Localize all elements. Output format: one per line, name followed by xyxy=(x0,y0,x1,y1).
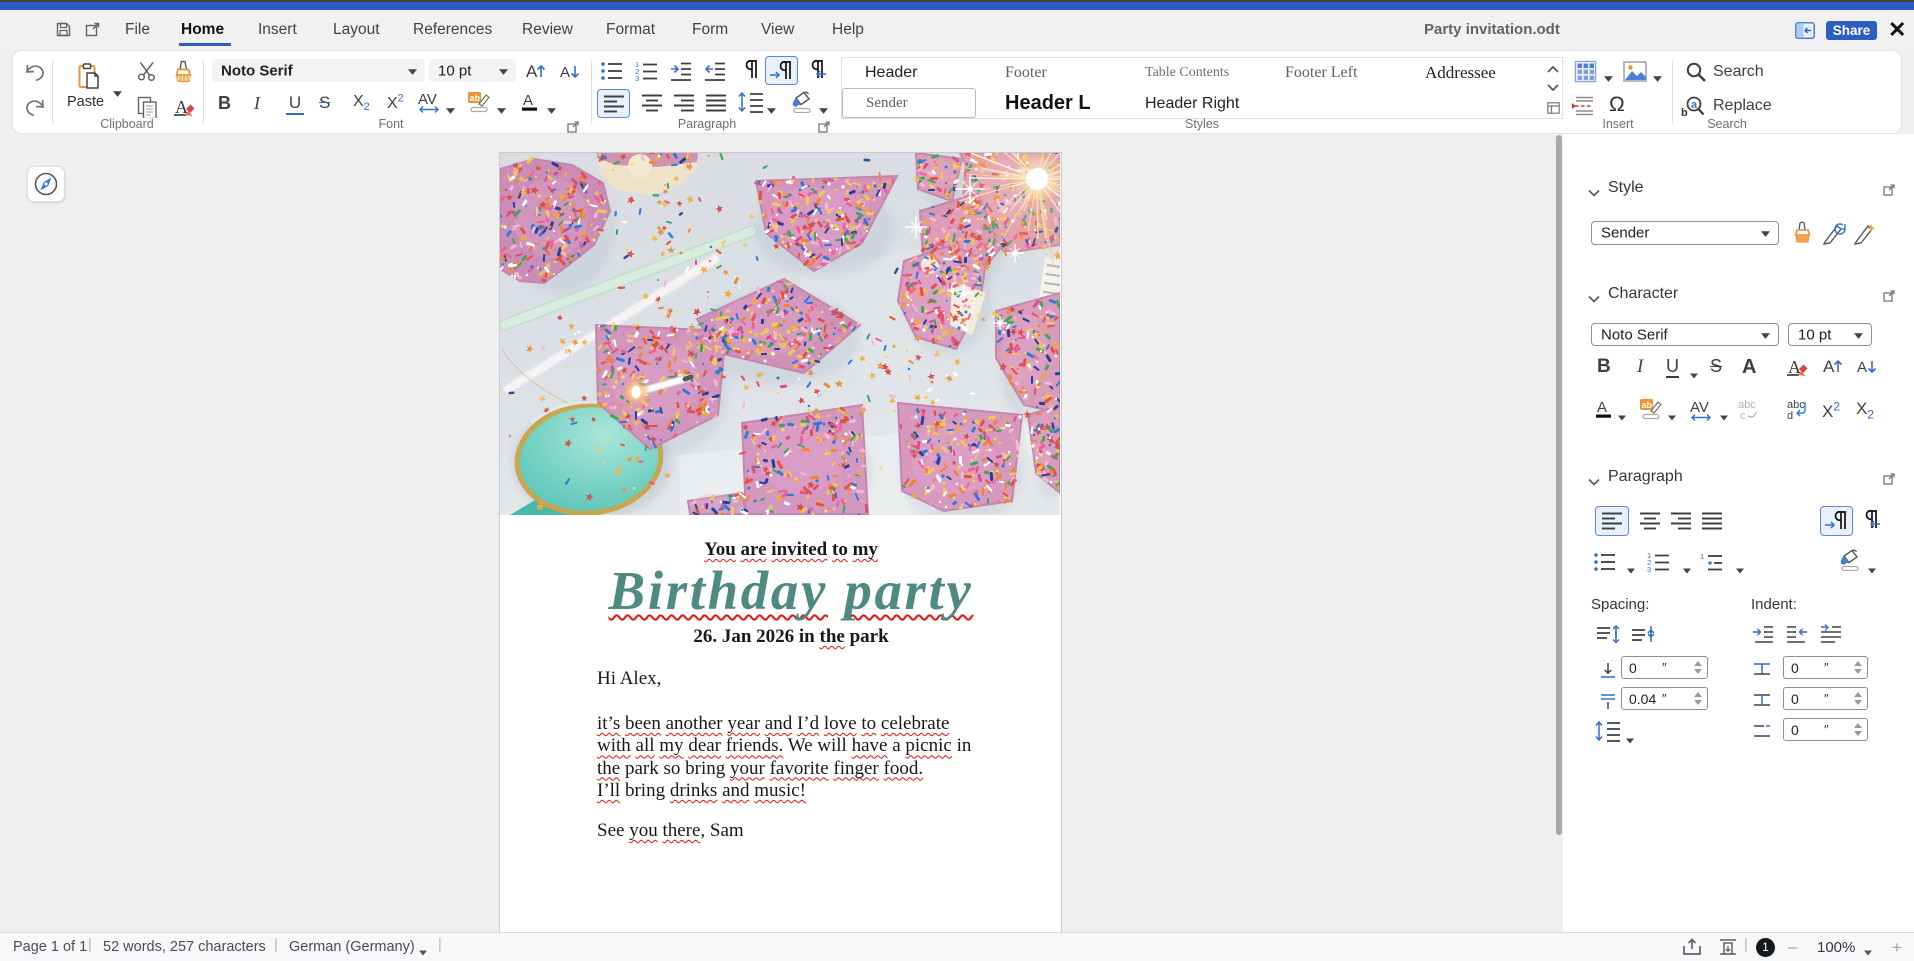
svg-text:b: b xyxy=(1681,107,1688,118)
svg-text:A: A xyxy=(1857,359,1867,376)
svg-text:a: a xyxy=(1691,99,1698,111)
svg-text:A: A xyxy=(1597,399,1607,416)
svg-text:ab: ab xyxy=(1642,400,1653,410)
svg-text:1: 1 xyxy=(1700,552,1704,561)
svg-text:A: A xyxy=(560,64,570,81)
svg-text:AV: AV xyxy=(418,91,437,108)
svg-text:A: A xyxy=(523,92,533,109)
svg-text:A: A xyxy=(526,62,538,81)
svg-text:ab: ab xyxy=(470,93,481,103)
svg-text:d: d xyxy=(1787,410,1793,422)
svg-text:c: c xyxy=(1740,410,1746,422)
svg-text:3: 3 xyxy=(1647,565,1651,573)
svg-text:A: A xyxy=(1823,357,1835,376)
svg-text:AV: AV xyxy=(1690,399,1709,416)
svg-text:3: 3 xyxy=(635,74,639,82)
svg-text:Ω: Ω xyxy=(1609,93,1625,115)
